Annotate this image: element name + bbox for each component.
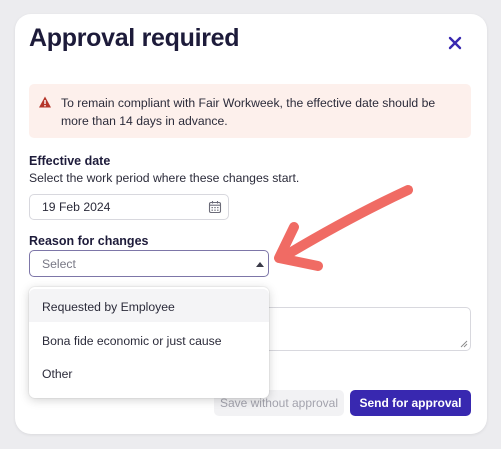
close-icon <box>448 36 462 50</box>
modal-title: Approval required <box>29 24 240 52</box>
option-label: Requested by Employee <box>42 300 175 314</box>
effective-date-help: Select the work period where these chang… <box>29 171 300 185</box>
reason-option-other[interactable]: Other <box>29 356 269 389</box>
alert-message: To remain compliant with Fair Workweek, … <box>61 96 436 128</box>
effective-date-input[interactable]: 19 Feb 2024 <box>29 194 229 220</box>
send-for-approval-button[interactable]: Send for approval <box>350 390 471 416</box>
effective-date-value: 19 Feb 2024 <box>42 200 111 214</box>
reason-option-bona-fide[interactable]: Bona fide economic or just cause <box>29 323 269 356</box>
resize-grip-icon[interactable] <box>460 340 468 348</box>
warning-icon <box>39 96 51 108</box>
reason-placeholder: Select <box>42 257 76 271</box>
reason-select[interactable]: Select <box>29 250 269 277</box>
effective-date-label: Effective date <box>29 154 111 168</box>
caret-up-icon <box>256 262 264 267</box>
close-button[interactable] <box>442 30 468 56</box>
calendar-icon[interactable] <box>208 200 222 214</box>
reason-dropdown-menu: Requested by Employee Bona fide economic… <box>29 287 269 398</box>
reason-label: Reason for changes <box>29 234 149 248</box>
compliance-alert: To remain compliant with Fair Workweek, … <box>29 84 471 138</box>
option-label: Bona fide economic or just cause <box>42 334 222 348</box>
option-label: Other <box>42 367 73 381</box>
reason-option-requested-by-employee[interactable]: Requested by Employee <box>29 289 269 322</box>
